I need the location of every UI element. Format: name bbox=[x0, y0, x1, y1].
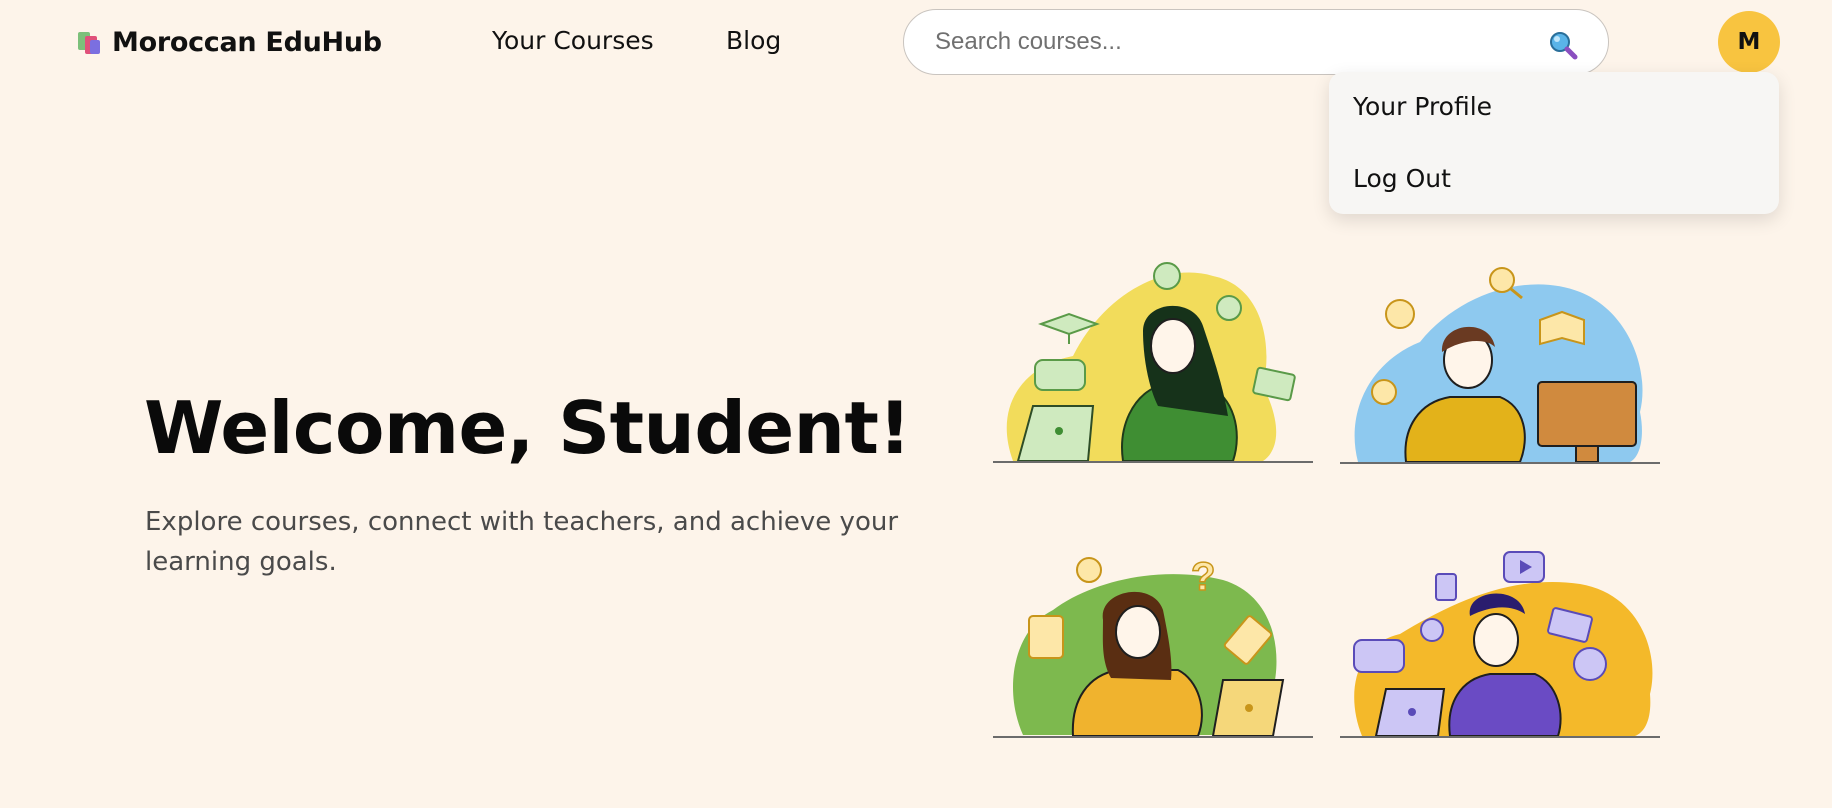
student-laptop-pencil-illustration: ? bbox=[993, 550, 1313, 740]
menu-item-your-profile[interactable]: Your Profile bbox=[1353, 92, 1492, 121]
logo-text: Moroccan EduHub bbox=[112, 26, 382, 58]
profile-dropdown-menu: Your Profile Log Out bbox=[1329, 72, 1779, 214]
student-desktop-writing-illustration bbox=[1340, 262, 1660, 466]
page-subtitle: Explore courses, connect with teachers, … bbox=[145, 507, 899, 577]
student-laptop-thinking-illustration bbox=[993, 256, 1313, 466]
logo[interactable]: Moroccan EduHub bbox=[76, 24, 382, 60]
nav-blog[interactable]: Blog bbox=[726, 26, 781, 55]
menu-item-log-out[interactable]: Log Out bbox=[1353, 164, 1451, 193]
search-icon[interactable] bbox=[1548, 30, 1578, 60]
page-title: Welcome, Student! bbox=[144, 386, 911, 470]
avatar[interactable]: M bbox=[1718, 11, 1780, 73]
search-bar bbox=[903, 9, 1609, 75]
student-laptop-social-illustration bbox=[1340, 544, 1660, 740]
svg-text:?: ? bbox=[1191, 555, 1215, 599]
nav-your-courses[interactable]: Your Courses bbox=[492, 26, 654, 55]
books-icon bbox=[76, 28, 104, 56]
search-input[interactable] bbox=[935, 28, 1535, 56]
